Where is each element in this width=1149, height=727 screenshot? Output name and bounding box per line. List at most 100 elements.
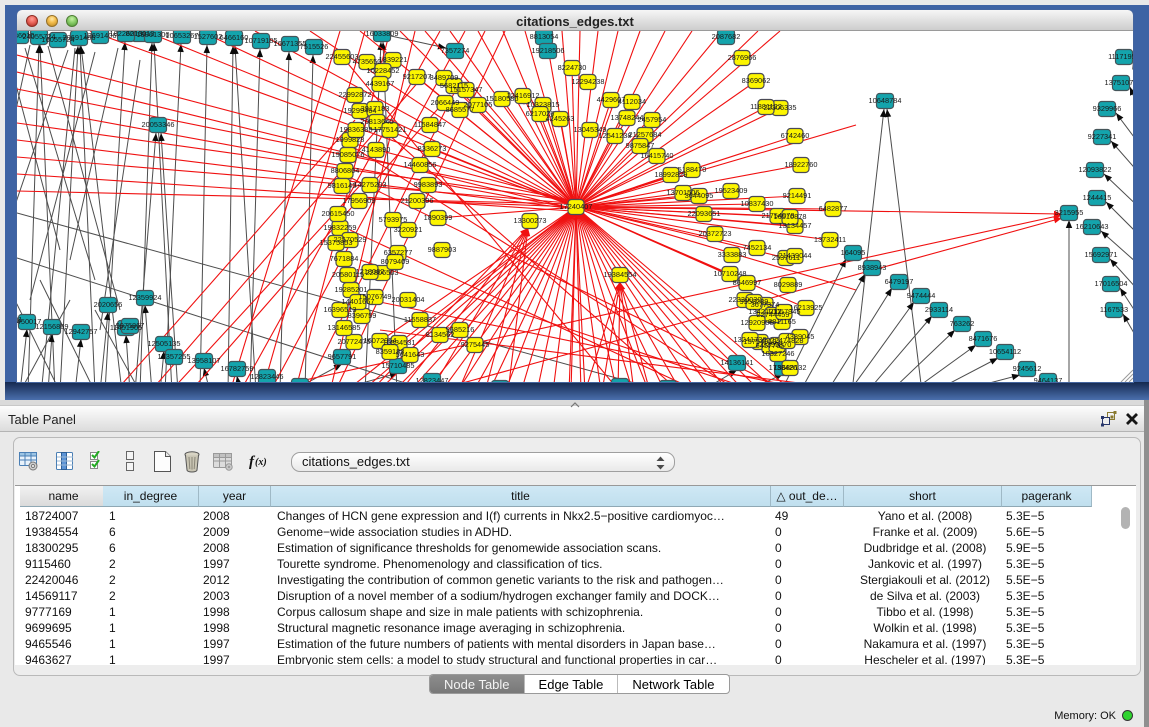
svg-text:1527602: 1527602 (194, 32, 223, 41)
svg-text:1244415: 1244415 (1083, 193, 1112, 202)
svg-text:19688132: 19688132 (774, 363, 807, 372)
svg-text:15157347: 15157347 (450, 85, 483, 94)
svg-text:164095: 164095 (841, 248, 866, 257)
svg-text:12823447: 12823447 (416, 376, 449, 382)
svg-text:12359924: 12359924 (129, 293, 162, 302)
svg-text:21257684: 21257684 (629, 130, 662, 139)
svg-text:18922760: 18922760 (785, 160, 818, 169)
svg-text:12416912: 12416912 (507, 91, 540, 100)
svg-text:10648784: 10648784 (869, 96, 902, 105)
svg-text:15375853: 15375853 (320, 238, 353, 247)
svg-text:19523409: 19523409 (715, 186, 748, 195)
svg-text:20053346: 20053346 (142, 120, 175, 129)
svg-text:4245263: 4245263 (546, 114, 575, 123)
svg-text:17240407: 17240407 (560, 202, 593, 211)
svg-text:13146585: 13146585 (328, 323, 361, 332)
svg-text:17956909: 17956909 (343, 196, 376, 205)
svg-text:16055724: 16055724 (42, 35, 75, 44)
svg-text:21439044: 21439044 (779, 251, 812, 260)
svg-text:4735650: 4735650 (353, 57, 382, 66)
svg-text:12156869: 12156869 (36, 322, 69, 331)
svg-text:9983893: 9983893 (414, 180, 443, 189)
svg-text:8806804: 8806804 (331, 166, 360, 175)
svg-text:15710485: 15710485 (382, 361, 415, 370)
svg-text:10228452: 10228452 (367, 66, 400, 75)
svg-text:20615450: 20615450 (322, 209, 355, 218)
svg-text:10654112: 10654112 (989, 347, 1021, 356)
svg-text:8369062: 8369062 (742, 76, 771, 85)
svg-text:6357277: 6357277 (384, 248, 413, 257)
svg-text:2077105: 2077105 (464, 100, 493, 109)
svg-text:4112034: 4112034 (618, 97, 646, 106)
svg-text:19085076: 19085076 (332, 150, 365, 159)
svg-text:10710248: 10710248 (714, 269, 747, 278)
svg-text:13732411: 13732411 (814, 235, 846, 244)
svg-text:8813054: 8813054 (530, 32, 559, 41)
svg-text:12294238: 12294238 (572, 77, 605, 86)
svg-text:16033809: 16033809 (366, 31, 399, 38)
svg-text:4439167: 4439167 (366, 79, 395, 88)
svg-text:12093822: 12093822 (1079, 165, 1112, 174)
svg-text:5793975: 5793975 (379, 215, 408, 224)
svg-text:10837430: 10837430 (741, 199, 774, 208)
svg-text:17357255: 17357255 (158, 352, 191, 361)
svg-text:9474444: 9474444 (907, 291, 936, 300)
svg-text:20772475: 20772475 (338, 337, 371, 346)
svg-text:8029889: 8029889 (774, 280, 803, 289)
svg-text:2933114: 2933114 (925, 305, 953, 314)
svg-text:11171952: 11171952 (1108, 52, 1133, 61)
svg-text:16396513: 16396513 (324, 305, 357, 314)
svg-text:8471676: 8471676 (969, 334, 998, 343)
svg-text:7515526: 7515526 (300, 42, 329, 51)
svg-text:11558837: 11558837 (404, 315, 436, 324)
svg-text:9875847: 9875847 (626, 141, 655, 150)
svg-text:9217207: 9217207 (403, 72, 432, 81)
svg-text:6482877: 6482877 (819, 204, 848, 213)
svg-text:6479197: 6479197 (885, 277, 914, 286)
svg-text:19836388: 19836388 (340, 125, 373, 134)
svg-text:12823446: 12823446 (251, 372, 284, 381)
svg-text:14136141: 14136141 (721, 358, 754, 367)
svg-text:22992872: 22992872 (339, 90, 372, 99)
svg-text:9975867: 9975867 (116, 321, 145, 330)
svg-text:22093651: 22093651 (688, 209, 721, 218)
svg-text:7357274: 7357274 (441, 46, 470, 55)
svg-text:9275445: 9275445 (461, 340, 490, 349)
svg-text:9214491: 9214491 (783, 191, 812, 200)
svg-text:20372723: 20372723 (699, 229, 732, 238)
svg-text:16782759: 16782759 (221, 364, 254, 373)
svg-text:2020656: 2020656 (94, 300, 123, 309)
svg-text:11354322: 11354322 (284, 381, 316, 382)
svg-text:19218506: 19218506 (532, 46, 565, 55)
svg-text:9227341: 9227341 (1088, 132, 1117, 141)
svg-text:2876966: 2876966 (728, 53, 757, 62)
svg-text:16210643: 16210643 (1076, 222, 1109, 231)
svg-text:9464137: 9464137 (1034, 376, 1063, 382)
svg-text:9958289: 9958289 (740, 297, 769, 306)
svg-text:9887903: 9887903 (428, 245, 457, 254)
svg-text:22474828: 22474828 (771, 336, 804, 345)
svg-text:20580115: 20580115 (332, 270, 364, 279)
svg-text:4143890: 4143890 (362, 145, 391, 154)
svg-text:13134457: 13134457 (779, 221, 812, 230)
svg-text:5685216: 5685216 (446, 325, 475, 334)
svg-text:10334531: 10334531 (383, 338, 416, 347)
svg-text:14460856: 14460856 (404, 160, 437, 169)
svg-text:17016504: 17016504 (1095, 279, 1128, 288)
svg-text:3220921: 3220921 (394, 225, 423, 234)
svg-text:2457954: 2457954 (638, 115, 667, 124)
svg-text:2087682: 2087682 (712, 32, 741, 41)
svg-text:5641643: 5641643 (396, 350, 425, 359)
svg-text:3644095: 3644095 (685, 191, 714, 200)
svg-text:12942757: 12942757 (65, 327, 98, 336)
svg-text:(x): (x) (255, 457, 267, 468)
svg-text:19384554: 19384554 (604, 270, 637, 279)
svg-text:10323815: 10323815 (527, 100, 560, 109)
svg-text:8079409: 8079409 (381, 257, 410, 266)
svg-text:1890399: 1890399 (424, 213, 453, 222)
svg-text:5188470: 5188470 (678, 165, 707, 174)
svg-text:13958107: 13958107 (188, 356, 221, 365)
svg-text:9386010: 9386010 (17, 31, 34, 40)
svg-text:15692971: 15692971 (1085, 250, 1118, 259)
svg-text:8224730: 8224730 (558, 63, 587, 72)
